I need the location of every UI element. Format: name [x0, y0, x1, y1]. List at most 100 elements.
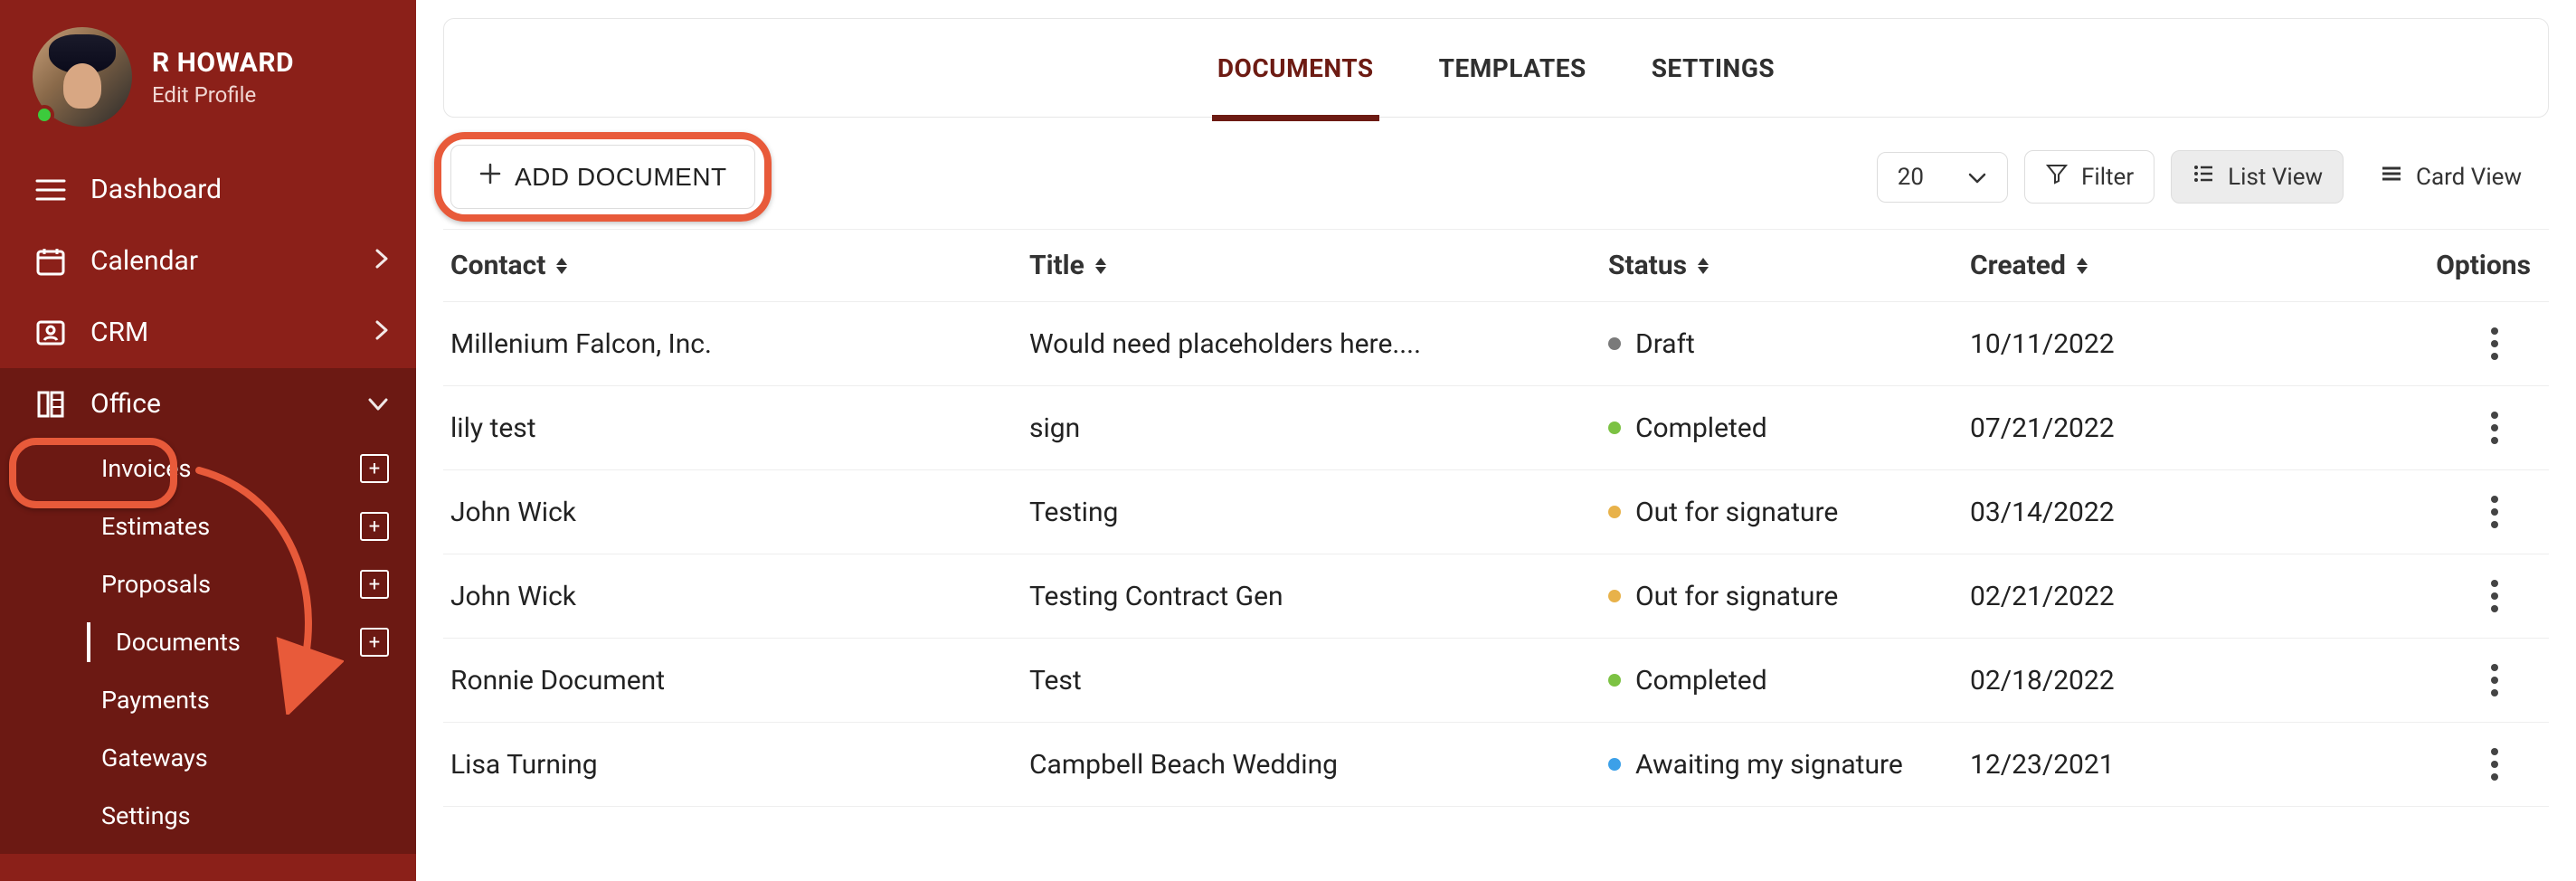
cell-status: Out for signature: [1608, 497, 1970, 528]
sidebar-sub-label: Documents: [101, 628, 241, 657]
tab-settings[interactable]: SETTINGS: [1646, 53, 1780, 83]
presence-dot: [34, 105, 54, 125]
cell-options: [2386, 322, 2531, 365]
documents-table: Contact Title Status: [443, 230, 2549, 807]
edit-profile-link[interactable]: Edit Profile: [152, 82, 294, 108]
col-created[interactable]: Created: [1970, 250, 2386, 281]
cell-created: 03/14/2022: [1970, 497, 2386, 528]
sidebar-sub-settings[interactable]: Settings: [0, 787, 416, 845]
sort-icon: [2075, 257, 2089, 275]
cell-created: 02/21/2022: [1970, 581, 2386, 612]
sidebar-sub-payments[interactable]: Payments: [0, 671, 416, 729]
toolbar-right: 20 Filter List View: [1877, 150, 2542, 204]
plus-icon[interactable]: +: [360, 628, 389, 657]
toolbar: ADD DOCUMENT 20 Filter: [443, 118, 2549, 230]
cell-created: 12/23/2021: [1970, 749, 2386, 781]
row-options-button[interactable]: [2486, 743, 2504, 786]
tab-documents[interactable]: DOCUMENTS: [1212, 53, 1379, 83]
row-options-button[interactable]: [2486, 490, 2504, 534]
table-row[interactable]: lily testsignCompleted07/21/2022: [443, 386, 2549, 470]
row-options-button[interactable]: [2486, 322, 2504, 365]
profile-block: R HOWARD Edit Profile: [0, 0, 416, 154]
plus-icon[interactable]: +: [360, 512, 389, 541]
sidebar-item-label: Calendar: [90, 245, 198, 277]
list-view-button[interactable]: List View: [2171, 150, 2344, 204]
add-document-wrap: ADD DOCUMENT: [450, 145, 755, 209]
cell-contact: lily test: [450, 412, 1029, 444]
table-row[interactable]: John WickTesting Contract GenOut for sig…: [443, 554, 2549, 639]
profile-text: R HOWARD Edit Profile: [152, 47, 294, 108]
list-view-label: List View: [2228, 164, 2323, 191]
office-icon: [33, 389, 69, 420]
table-row[interactable]: Ronnie DocumentTestCompleted02/18/2022: [443, 639, 2549, 723]
col-contact[interactable]: Contact: [450, 250, 1029, 281]
cell-created: 02/18/2022: [1970, 665, 2386, 696]
sort-icon: [1094, 257, 1108, 275]
row-options-button[interactable]: [2486, 658, 2504, 702]
sidebar-item-office[interactable]: Office: [0, 368, 416, 440]
user-name: R HOWARD: [152, 47, 294, 79]
sidebar-sub-estimates[interactable]: Estimates +: [0, 497, 416, 555]
table-header: Contact Title Status: [443, 230, 2549, 302]
table-row[interactable]: John WickTestingOut for signature03/14/2…: [443, 470, 2549, 554]
sidebar-sub-label: Payments: [101, 686, 210, 715]
sidebar-sub-gateways[interactable]: Gateways: [0, 729, 416, 787]
cell-options: [2386, 574, 2531, 618]
cell-title: Would need placeholders here....: [1029, 328, 1608, 360]
sidebar-item-calendar[interactable]: Calendar: [0, 225, 416, 297]
card-view-button[interactable]: Card View: [2360, 151, 2542, 203]
cell-status: Out for signature: [1608, 581, 1970, 612]
cell-status: Draft: [1608, 328, 1970, 360]
add-document-button[interactable]: ADD DOCUMENT: [450, 145, 755, 209]
status-text: Awaiting my signature: [1635, 749, 1903, 781]
plus-icon[interactable]: +: [360, 570, 389, 599]
sidebar-sub-label: Invoices: [101, 454, 191, 483]
table-row[interactable]: Lisa TurningCampbell Beach WeddingAwaiti…: [443, 723, 2549, 807]
sort-icon: [1696, 257, 1710, 275]
sidebar-sub-documents[interactable]: Documents +: [0, 613, 416, 671]
row-options-button[interactable]: [2486, 574, 2504, 618]
sidebar-item-label: Office: [90, 388, 161, 420]
cell-title: Test: [1029, 665, 1608, 696]
sort-icon: [554, 257, 569, 275]
status-dot-icon: [1608, 422, 1621, 434]
chevron-right-icon: [374, 248, 389, 275]
card-view-label: Card View: [2416, 164, 2522, 191]
sidebar-sub-proposals[interactable]: Proposals +: [0, 555, 416, 613]
col-status[interactable]: Status: [1608, 250, 1970, 281]
row-options-button[interactable]: [2486, 406, 2504, 450]
cell-status: Awaiting my signature: [1608, 749, 1970, 781]
chevron-down-icon: [367, 392, 389, 417]
col-title[interactable]: Title: [1029, 250, 1608, 281]
cell-title: Testing Contract Gen: [1029, 581, 1608, 612]
crm-icon: [33, 317, 69, 348]
col-label: Status: [1608, 250, 1687, 281]
cell-options: [2386, 490, 2531, 534]
col-label: Contact: [450, 250, 545, 281]
plus-icon[interactable]: +: [360, 454, 389, 483]
page-size-value: 20: [1898, 164, 1924, 191]
status-text: Out for signature: [1635, 581, 1838, 612]
col-label: Title: [1029, 250, 1084, 281]
page-size-select[interactable]: 20: [1877, 152, 2008, 203]
sidebar-item-label: Dashboard: [90, 174, 222, 205]
cell-created: 07/21/2022: [1970, 412, 2386, 444]
calendar-icon: [33, 246, 69, 277]
status-text: Draft: [1635, 328, 1695, 360]
tab-templates[interactable]: TEMPLATES: [1434, 53, 1592, 83]
sidebar-sub-label: Estimates: [101, 512, 210, 541]
sidebar-item-dashboard[interactable]: Dashboard: [0, 154, 416, 225]
cell-created: 10/11/2022: [1970, 328, 2386, 360]
card-icon: [2380, 162, 2403, 192]
sidebar-item-crm[interactable]: CRM: [0, 297, 416, 368]
status-dot-icon: [1608, 590, 1621, 602]
cell-contact: John Wick: [450, 497, 1029, 528]
cell-status: Completed: [1608, 665, 1970, 696]
sidebar-sub-invoices[interactable]: Invoices +: [0, 440, 416, 497]
cell-title: Campbell Beach Wedding: [1029, 749, 1608, 781]
table-row[interactable]: Millenium Falcon, Inc.Would need placeho…: [443, 302, 2549, 386]
filter-button[interactable]: Filter: [2024, 150, 2155, 204]
chevron-down-icon: [1967, 164, 1987, 191]
filter-label: Filter: [2081, 164, 2134, 191]
tabs-bar: DOCUMENTS TEMPLATES SETTINGS: [443, 18, 2549, 118]
